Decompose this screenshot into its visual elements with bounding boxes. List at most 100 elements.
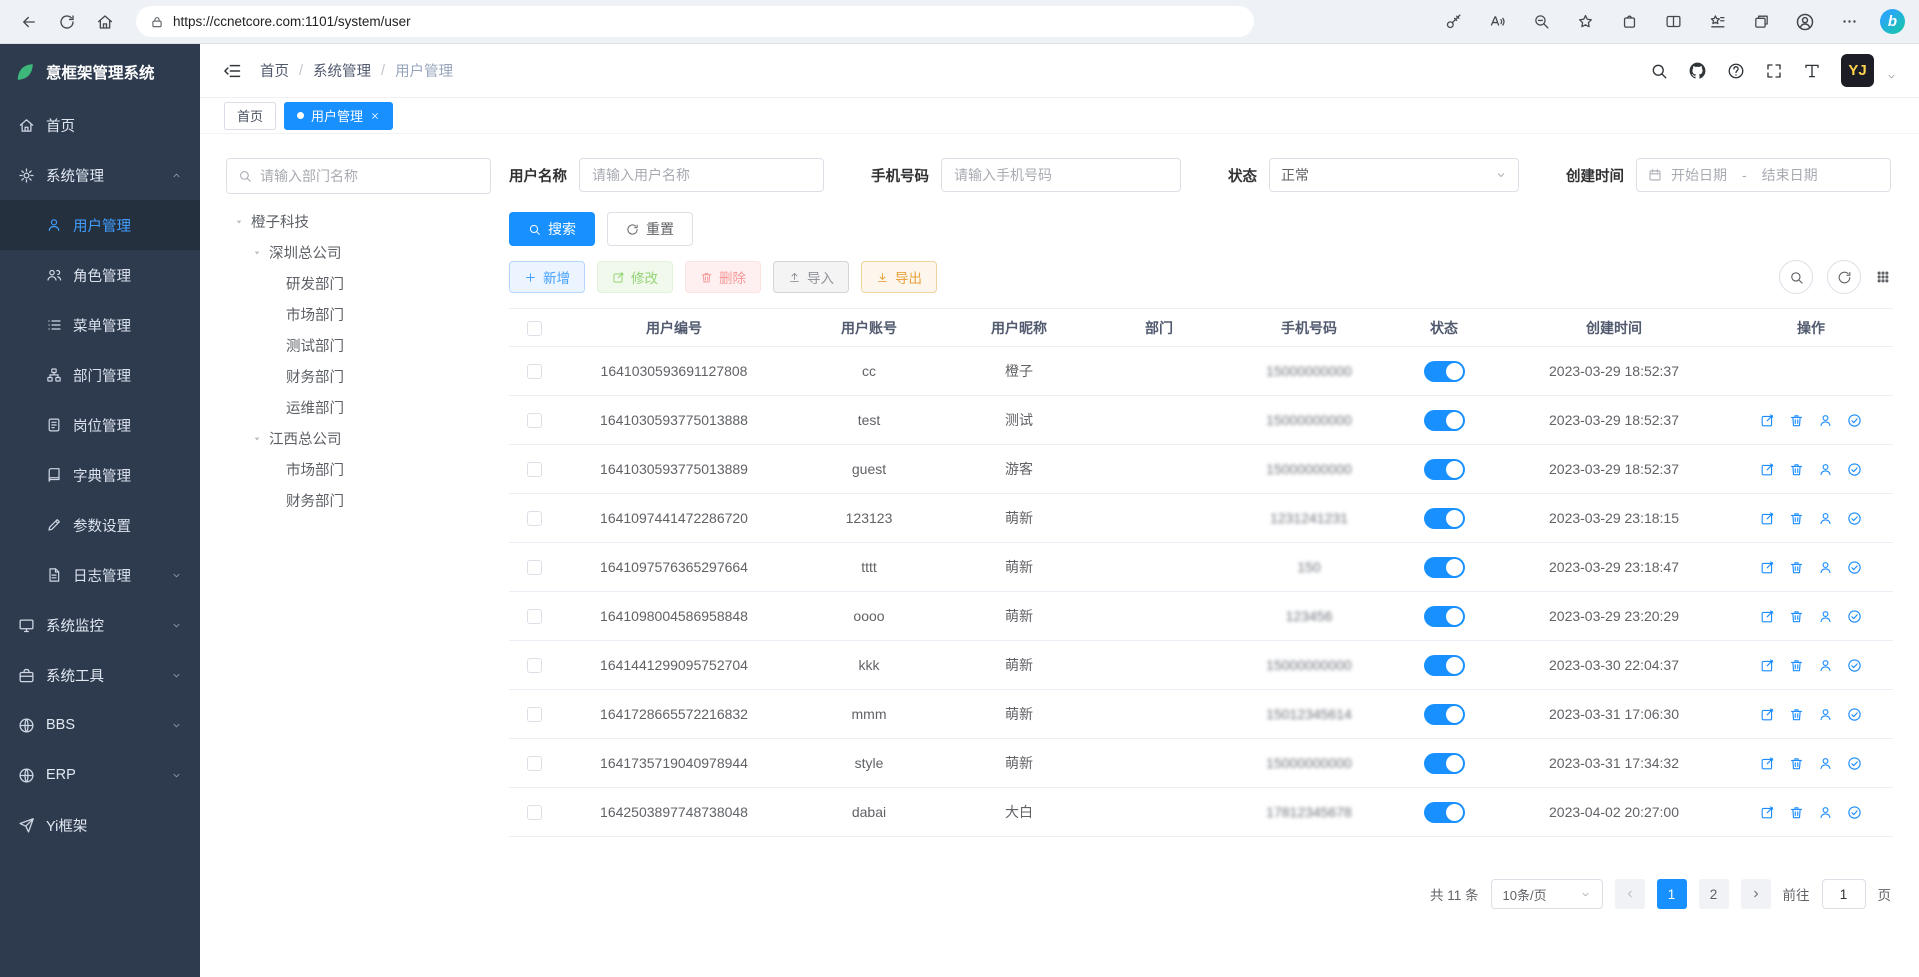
reset-password-icon[interactable]: [1818, 511, 1833, 526]
sidebar-item-system-mgmt[interactable]: 系统管理: [0, 150, 200, 200]
assign-role-icon[interactable]: [1847, 609, 1862, 624]
delete-row-icon[interactable]: [1789, 413, 1804, 428]
extensions-icon[interactable]: [1616, 9, 1642, 35]
reset-password-icon[interactable]: [1818, 462, 1833, 477]
delete-row-icon[interactable]: [1789, 609, 1804, 624]
assign-role-icon[interactable]: [1847, 707, 1862, 722]
status-toggle[interactable]: [1424, 606, 1465, 627]
browser-home-icon[interactable]: [90, 7, 120, 37]
browser-profile-icon[interactable]: [1792, 9, 1818, 35]
sidebar-item-home[interactable]: 首页: [0, 100, 200, 150]
sidebar-item-erp[interactable]: ERP: [0, 750, 200, 800]
assign-role-icon[interactable]: [1847, 560, 1862, 575]
favorites-bar-icon[interactable]: [1704, 9, 1730, 35]
page-button-1[interactable]: 1: [1657, 879, 1687, 909]
delete-button[interactable]: 删除: [685, 261, 761, 293]
sidebar-item-bbs[interactable]: BBS: [0, 700, 200, 750]
favorite-star-icon[interactable]: [1572, 9, 1598, 35]
page-size-select[interactable]: 10条/页: [1491, 879, 1603, 909]
delete-row-icon[interactable]: [1789, 658, 1804, 673]
row-checkbox[interactable]: [527, 560, 542, 575]
date-range-picker[interactable]: 开始日期 - 结束日期: [1636, 158, 1891, 192]
assign-role-icon[interactable]: [1847, 658, 1862, 673]
row-checkbox[interactable]: [527, 511, 542, 526]
row-checkbox[interactable]: [527, 413, 542, 428]
status-toggle[interactable]: [1424, 508, 1465, 529]
sidebar-item-yi-framework[interactable]: Yi框架: [0, 800, 200, 850]
reset-password-icon[interactable]: [1818, 658, 1833, 673]
row-checkbox[interactable]: [527, 609, 542, 624]
edit-row-icon[interactable]: [1760, 658, 1775, 673]
status-toggle[interactable]: [1424, 753, 1465, 774]
status-toggle[interactable]: [1424, 361, 1465, 382]
import-button[interactable]: 导入: [773, 261, 849, 293]
edit-button[interactable]: 修改: [597, 261, 673, 293]
reset-password-icon[interactable]: [1818, 756, 1833, 771]
prev-page-button[interactable]: [1615, 879, 1645, 909]
status-toggle[interactable]: [1424, 704, 1465, 725]
sidebar-item-system-tools[interactable]: 系统工具: [0, 650, 200, 700]
browser-back-icon[interactable]: [14, 7, 44, 37]
sidebar-item-dept-mgmt[interactable]: 部门管理: [0, 350, 200, 400]
reset-password-icon[interactable]: [1818, 609, 1833, 624]
bing-chat-icon[interactable]: b: [1880, 9, 1905, 34]
table-search-button[interactable]: [1779, 260, 1813, 294]
sidebar-item-system-monitor[interactable]: 系统监控: [0, 600, 200, 650]
row-checkbox[interactable]: [527, 364, 542, 379]
add-button[interactable]: 新增: [509, 261, 585, 293]
sidebar-item-dict-mgmt[interactable]: 字典管理: [0, 450, 200, 500]
tree-node-dept[interactable]: 运维部门: [226, 392, 491, 423]
assign-role-icon[interactable]: [1847, 511, 1862, 526]
tree-node-dept[interactable]: 市场部门: [226, 454, 491, 485]
status-toggle[interactable]: [1424, 655, 1465, 676]
tree-node-branch[interactable]: 深圳总公司: [226, 237, 491, 268]
row-checkbox[interactable]: [527, 805, 542, 820]
split-screen-icon[interactable]: [1660, 9, 1686, 35]
tree-node-dept[interactable]: 财务部门: [226, 485, 491, 516]
assign-role-icon[interactable]: [1847, 462, 1862, 477]
edit-row-icon[interactable]: [1760, 707, 1775, 722]
column-settings-button[interactable]: [1875, 269, 1891, 285]
sidebar-item-param-settings[interactable]: 参数设置: [0, 500, 200, 550]
close-tab-icon[interactable]: [370, 111, 380, 121]
user-avatar[interactable]: YJ: [1841, 54, 1874, 87]
edit-row-icon[interactable]: [1760, 805, 1775, 820]
status-select[interactable]: 正常: [1269, 158, 1519, 192]
collections-icon[interactable]: [1748, 9, 1774, 35]
breadcrumb-system-mgmt[interactable]: 系统管理: [313, 60, 371, 81]
help-icon[interactable]: [1727, 62, 1745, 80]
password-key-icon[interactable]: [1440, 9, 1466, 35]
font-size-icon[interactable]: [1803, 62, 1821, 80]
delete-row-icon[interactable]: [1789, 805, 1804, 820]
row-checkbox[interactable]: [527, 756, 542, 771]
status-toggle[interactable]: [1424, 410, 1465, 431]
tree-node-dept[interactable]: 市场部门: [226, 299, 491, 330]
table-refresh-button[interactable]: [1827, 260, 1861, 294]
export-button[interactable]: 导出: [861, 261, 937, 293]
address-bar[interactable]: https://ccnetcore.com:1101/system/user: [136, 6, 1254, 37]
row-checkbox[interactable]: [527, 462, 542, 477]
edit-row-icon[interactable]: [1760, 756, 1775, 771]
page-button-2[interactable]: 2: [1699, 879, 1729, 909]
tree-node-dept[interactable]: 测试部门: [226, 330, 491, 361]
edit-row-icon[interactable]: [1760, 511, 1775, 526]
delete-row-icon[interactable]: [1789, 462, 1804, 477]
status-toggle[interactable]: [1424, 802, 1465, 823]
sidebar-item-role-mgmt[interactable]: 角色管理: [0, 250, 200, 300]
dept-search-input[interactable]: [260, 168, 479, 184]
assign-role-icon[interactable]: [1847, 805, 1862, 820]
goto-page-input[interactable]: [1822, 879, 1866, 909]
edit-row-icon[interactable]: [1760, 462, 1775, 477]
row-checkbox[interactable]: [527, 658, 542, 673]
fullscreen-icon[interactable]: [1765, 62, 1783, 80]
edit-row-icon[interactable]: [1760, 413, 1775, 428]
delete-row-icon[interactable]: [1789, 511, 1804, 526]
tab-user-management[interactable]: 用户管理: [284, 102, 393, 130]
read-aloud-icon[interactable]: [1484, 9, 1510, 35]
tree-node-dept[interactable]: 财务部门: [226, 361, 491, 392]
search-icon[interactable]: [1650, 62, 1668, 80]
browser-refresh-icon[interactable]: [52, 7, 82, 37]
reset-password-icon[interactable]: [1818, 560, 1833, 575]
reset-password-icon[interactable]: [1818, 805, 1833, 820]
username-input[interactable]: [579, 158, 824, 192]
